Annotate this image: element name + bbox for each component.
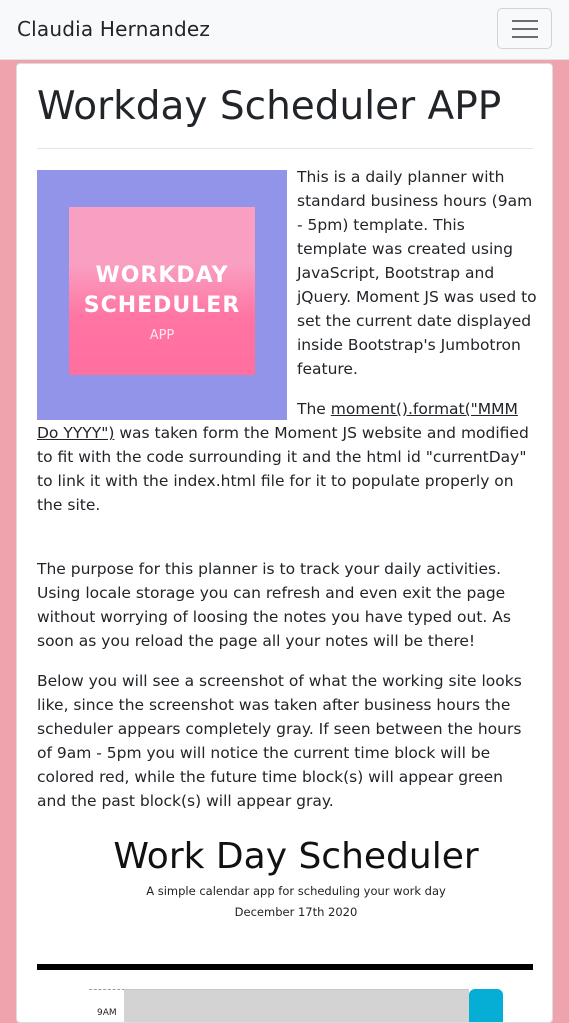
logo-line-1: WORKDAY <box>95 263 229 288</box>
navbar-toggle-button[interactable] <box>497 8 552 49</box>
brand-name[interactable]: Claudia Hernandez <box>17 17 210 41</box>
divider <box>37 148 533 149</box>
screenshot-title: Work Day Scheduler <box>113 836 479 877</box>
logo-panel: WORKDAY SCHEDULER APP <box>69 207 255 375</box>
content-card: Workday Scheduler APP WORKDAY SCHEDULER … <box>16 63 553 1023</box>
screenshot-date: December 17th 2020 <box>234 905 358 919</box>
moment-paragraph: The moment().format("MMM Do YYYY") was t… <box>37 397 537 517</box>
intro-paragraph: This is a daily planner with standard bu… <box>297 168 537 378</box>
project-logo-image: WORKDAY SCHEDULER APP <box>37 170 287 420</box>
screenshot-subtitle: A simple calendar app for scheduling you… <box>146 884 446 898</box>
moment-paragraph-prefix: The <box>297 400 331 418</box>
logo-line-3: APP <box>149 328 175 343</box>
purpose-paragraph: The purpose for this planner is to track… <box>37 560 511 650</box>
logo-line-2: SCHEDULER <box>83 293 241 318</box>
page-title: Workday Scheduler APP <box>37 84 502 129</box>
screenshot-divider <box>37 964 533 970</box>
navbar: Claudia Hernandez <box>0 0 569 60</box>
screenshot-description-paragraph: Below you will see a screenshot of what … <box>37 672 522 810</box>
